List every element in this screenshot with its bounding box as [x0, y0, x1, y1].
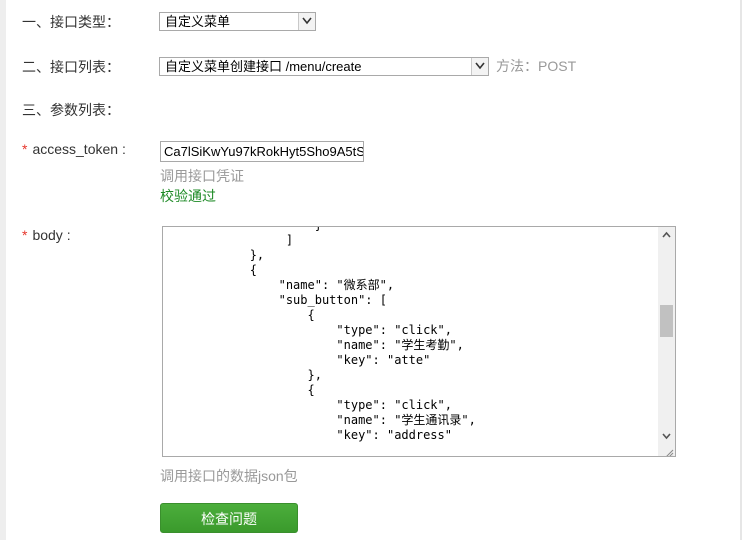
code-line: }	[163, 227, 322, 233]
code-line: "type": "click",	[163, 398, 452, 412]
api-debug-form: 一、接口类型： 自定义菜单 二、接口列表： 自定义菜单创建接口 /menu/cr…	[0, 0, 742, 540]
body-hint: 调用接口的数据json包	[160, 468, 298, 484]
access-token-label-text: access_token :	[32, 141, 126, 157]
interface-type-value: 自定义菜单	[165, 14, 231, 29]
code-line: "name": "微系部",	[163, 278, 395, 292]
resize-handle-icon[interactable]	[664, 445, 674, 456]
body-textarea[interactable]: } ] }, { "name": "微系部", "sub_button": [ …	[162, 226, 676, 457]
interface-type-label: 一、接口类型：	[22, 14, 120, 30]
code-line: {	[163, 383, 315, 397]
access-token-input[interactable]: Ca7lSiKwYu97kRokHyt5Sho9A5tS	[160, 141, 364, 162]
body-label: * body :	[22, 227, 71, 243]
required-mark: *	[22, 227, 28, 243]
code-line: "type": "click",	[163, 323, 452, 337]
chevron-down-icon[interactable]	[298, 13, 315, 30]
code-line: },	[163, 248, 265, 262]
code-line: "name": "学生考勤",	[163, 338, 464, 352]
access-token-hint: 调用接口凭证	[160, 168, 244, 184]
code-line: {	[163, 308, 315, 322]
check-problem-button[interactable]: 检查问题	[160, 503, 298, 533]
scroll-down-icon[interactable]	[658, 427, 675, 444]
code-line: ]	[163, 233, 294, 247]
scroll-up-icon[interactable]	[658, 227, 675, 244]
access-token-status: 校验通过	[160, 188, 216, 204]
interface-list-select[interactable]: 自定义菜单创建接口 /menu/create	[159, 57, 489, 76]
http-method-text: 方法：POST	[496, 58, 577, 74]
interface-type-select[interactable]: 自定义菜单	[159, 12, 316, 31]
code-line: "sub_button": [	[163, 293, 387, 307]
scrollbar-thumb[interactable]	[660, 305, 673, 337]
interface-list-label: 二、接口列表：	[22, 59, 120, 75]
body-code[interactable]: } ] }, { "name": "微系部", "sub_button": [ …	[163, 227, 658, 456]
required-mark: *	[22, 141, 28, 157]
params-list-label: 三、参数列表：	[22, 102, 120, 118]
code-line: {	[163, 263, 257, 277]
code-line: "name": "学生通讯录",	[163, 413, 476, 427]
interface-list-value: 自定义菜单创建接口 /menu/create	[165, 59, 362, 74]
access-token-label: * access_token :	[22, 141, 126, 157]
code-line: "key": "atte"	[163, 353, 431, 367]
vertical-scrollbar[interactable]	[658, 227, 675, 456]
code-line: },	[163, 368, 322, 382]
chevron-down-icon[interactable]	[471, 58, 488, 75]
left-border	[0, 0, 6, 540]
body-label-text: body :	[32, 227, 71, 243]
code-line: "key": "address"	[163, 428, 452, 442]
